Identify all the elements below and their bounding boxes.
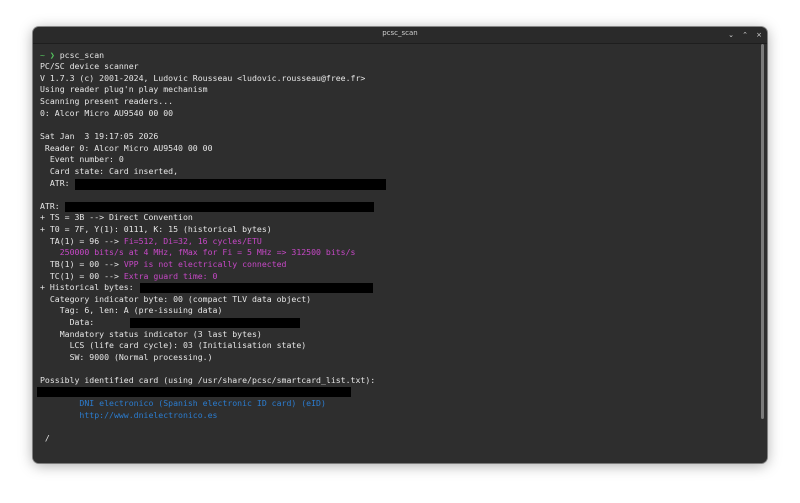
output-line: TC(1) = 00 --> Extra guard time: 0 — [40, 271, 218, 281]
output-line: 250000 bits/s at 4 MHz, fMax for Fi = 5 … — [40, 247, 356, 257]
output-line: Event number: 0 — [40, 154, 124, 164]
highlight-text: VPP is not electrically connected — [123, 259, 287, 269]
output-line: PC/SC device scanner — [40, 61, 139, 71]
highlight-text: Fi=512, Di=32, 16 cycles/ETU — [123, 236, 262, 246]
terminal-window: pcsc_scan ⌄ ⌃ × ~ ❯ pcsc_scan PC/SC devi… — [33, 27, 767, 463]
redacted-historical-bytes — [140, 283, 373, 293]
output-line: TB(1) = 00 --> VPP is not electrically c… — [40, 259, 287, 269]
command-text: pcsc_scan — [59, 50, 105, 60]
spinner: / — [40, 433, 50, 443]
prompt-icon: ~ ❯ — [40, 50, 60, 60]
prompt-line: ~ ❯ pcsc_scan — [40, 50, 104, 61]
output-line: V 1.7.3 (c) 2001-2024, Ludovic Rousseau … — [40, 73, 366, 83]
scrollbar[interactable] — [761, 44, 764, 419]
output-line: + Historical bytes: — [40, 282, 139, 292]
close-icon[interactable]: × — [753, 29, 765, 41]
terminal-output[interactable]: ~ ❯ pcsc_scan PC/SC device scanner V 1.7… — [33, 44, 767, 463]
output-line: Possibly identified card (using /usr/sha… — [40, 375, 376, 385]
redacted-atr-value — [75, 179, 386, 190]
output-line: Sat Jan 3 19:17:05 2026 — [40, 131, 159, 141]
redacted-data-value — [130, 318, 300, 328]
window-title: pcsc_scan — [382, 29, 418, 37]
output-line: + TS = 3B --> Direct Convention — [40, 212, 193, 222]
output-line: SW: 9000 (Normal processing.) — [40, 352, 213, 362]
output-line: Reader 0: Alcor Micro AU9540 00 00 — [40, 143, 213, 153]
output-line: TA(1) = 96 --> Fi=512, Di=32, 16 cycles/… — [40, 236, 262, 246]
card-url-link[interactable]: http://www.dnielectronico.es — [40, 410, 217, 421]
output-line: ATR: — [40, 201, 65, 211]
output-line: 0: Alcor Micro AU9540 00 00 — [40, 108, 174, 118]
minimize-icon[interactable]: ⌄ — [725, 29, 737, 41]
redacted-atr-pattern — [37, 387, 351, 397]
output-line: Data: — [40, 317, 100, 327]
maximize-icon[interactable]: ⌃ — [739, 29, 751, 41]
output-line: Card state: Card inserted, — [40, 166, 179, 176]
redacted-atr-value — [65, 202, 374, 212]
output-line: ATR: — [40, 178, 75, 188]
highlight-text: Extra guard time: 0 — [123, 271, 218, 281]
title-bar[interactable]: pcsc_scan ⌄ ⌃ × — [33, 27, 767, 44]
output-line: Using reader plug'n play mechanism — [40, 84, 208, 94]
output-line: Tag: 6, len: A (pre-issuing data) — [40, 305, 223, 315]
output-line: LCS (life card cycle): 03 (Initialisatio… — [40, 340, 307, 350]
output-line: + T0 = 7F, Y(1): 0111, K: 15 (historical… — [40, 224, 272, 234]
card-description: DNI electronico (Spanish electronic ID c… — [40, 398, 326, 408]
output-line: Category indicator byte: 00 (compact TLV… — [40, 294, 312, 304]
output-line: Mandatory status indicator (3 last bytes… — [40, 329, 262, 339]
output-line: Scanning present readers... — [40, 96, 174, 106]
